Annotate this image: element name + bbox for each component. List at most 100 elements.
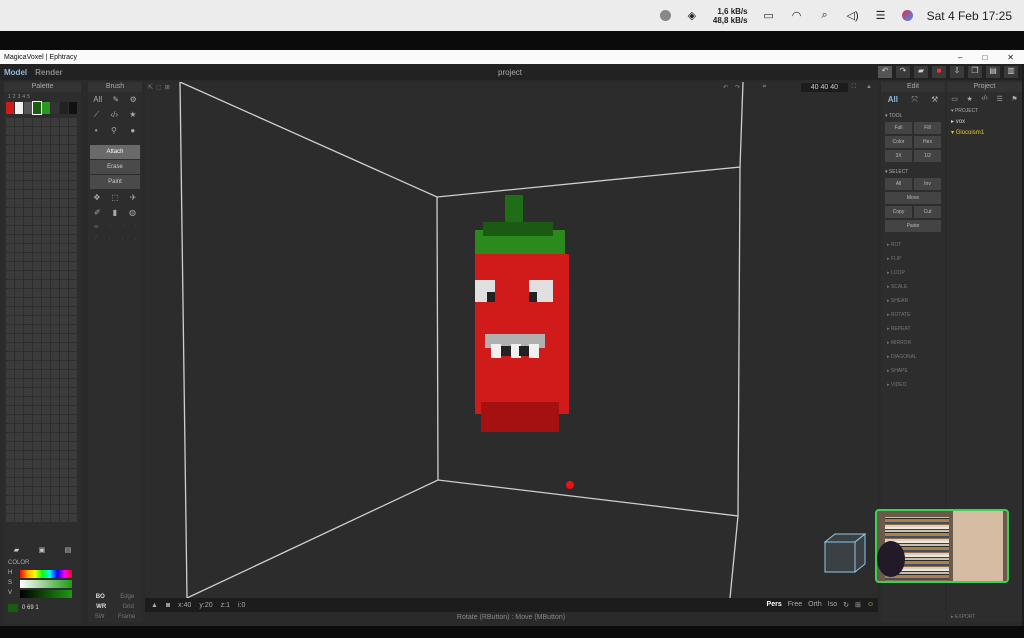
palette-cell[interactable] [6,370,14,378]
palette-cell[interactable] [42,154,50,162]
palette-cell[interactable] [6,424,14,432]
color-value[interactable]: 0 69 1 [22,605,39,611]
palette-cell[interactable] [33,496,41,504]
palette-cell[interactable] [69,325,77,333]
view-free[interactable]: Free [788,601,802,609]
color-button[interactable]: Color [885,136,912,148]
palette-grid[interactable] [6,118,77,528]
palette-cell[interactable] [60,136,68,144]
palette-cell[interactable] [69,127,77,135]
axis-icon[interactable]: ⟋ [94,236,98,243]
palette-cell[interactable] [42,406,50,414]
palette-cell[interactable] [69,406,77,414]
palette-cell[interactable] [24,424,32,432]
edit-all[interactable]: All [888,95,898,105]
color-swatch[interactable] [51,102,59,114]
palette-cell[interactable] [51,514,59,522]
palette-cell[interactable] [24,244,32,252]
palette-cell[interactable] [6,334,14,342]
palette-cell[interactable] [24,226,32,234]
palette-cell[interactable] [42,136,50,144]
palette-cell[interactable] [6,217,14,225]
paste-icon[interactable]: ▤ [986,66,1000,78]
palette-cell[interactable] [6,145,14,153]
star-icon[interactable]: ★ [129,110,136,120]
palette-cell[interactable] [15,235,23,243]
code-icon[interactable]: ‹/› [981,95,988,103]
palette-cell[interactable] [51,154,59,162]
palette-cell[interactable] [51,433,59,441]
color-swatch[interactable] [6,102,14,114]
move-button[interactable]: Move [885,192,941,204]
dot-icon[interactable]: • [95,126,98,135]
palette-cell[interactable] [60,190,68,198]
palette-cell[interactable] [24,370,32,378]
palette-cell[interactable] [33,190,41,198]
palette-cell[interactable] [60,433,68,441]
palette-cell[interactable] [51,460,59,468]
palette-cell[interactable] [42,514,50,522]
palette-cell[interactable] [15,253,23,261]
palette-cell[interactable] [24,307,32,315]
palette-cell[interactable] [51,280,59,288]
palette-cell[interactable] [60,199,68,207]
palette-cell[interactable] [42,190,50,198]
bookmark-icon[interactable]: ⚑ [1011,95,1017,103]
export-icon[interactable]: ⇩ [950,66,964,78]
palette-cell[interactable] [6,478,14,486]
palette-cell[interactable] [42,172,50,180]
palette-cell[interactable] [24,415,32,423]
refresh-icon[interactable]: ↻ [843,601,849,609]
palette-cell[interactable] [60,217,68,225]
palette-cell[interactable] [33,271,41,279]
palette-cell[interactable] [42,217,50,225]
palette-cell[interactable] [42,424,50,432]
mirror-icon[interactable]: ◂▸ [93,223,99,230]
expand-icon[interactable]: ⤧ [911,95,917,105]
palette-cell[interactable] [69,505,77,513]
grid-toggle[interactable]: Grid [122,604,133,610]
datetime[interactable]: Sat 4 Feb 17:25 [927,9,1012,23]
settings-icon[interactable]: ⚙ [130,95,137,104]
palette-cell[interactable] [51,118,59,126]
edit-collapsed-section[interactable]: ▸ ROT [881,234,945,248]
palette-cell[interactable] [42,388,50,396]
palette-cell[interactable] [15,352,23,360]
palette-cell[interactable] [60,208,68,216]
palette-cell[interactable] [42,343,50,351]
palette-cell[interactable] [60,253,68,261]
palette-cell[interactable] [24,343,32,351]
color-swatch[interactable] [60,102,68,114]
palette-cell[interactable] [69,208,77,216]
palette-cell[interactable] [24,271,32,279]
palette-cell[interactable] [6,343,14,351]
bo-toggle[interactable]: BO [96,594,105,600]
full-button[interactable]: Full [885,122,912,134]
palette-cell[interactable] [24,145,32,153]
palette-cell[interactable] [15,190,23,198]
palette-cell[interactable] [15,325,23,333]
palette-cell[interactable] [42,496,50,504]
palette-cell[interactable] [42,442,50,450]
palette-cell[interactable] [6,316,14,324]
paste-button[interactable]: Paste [885,220,941,232]
palette-cell[interactable] [51,289,59,297]
palette-cell[interactable] [51,424,59,432]
palette-cell[interactable] [69,433,77,441]
palette-cell[interactable] [24,235,32,243]
3d-viewport[interactable]: ⇱ ⬚ ⊞ ↶ ↷ ⌗ ⛶ ▲ 40 40 40 [145,82,878,598]
paint-button[interactable]: Paint [90,175,140,189]
palette-cell[interactable] [15,514,23,522]
export-section[interactable]: ▸ EXPORT [947,612,979,622]
palette-cell[interactable] [33,433,41,441]
palette-cell[interactable] [60,154,68,162]
palette-cell[interactable] [6,298,14,306]
palette-cell[interactable] [24,388,32,396]
save-palette-icon[interactable]: ▣ [39,546,46,556]
palette-cell[interactable] [69,190,77,198]
palette-cell[interactable] [33,244,41,252]
palette-cell[interactable] [6,487,14,495]
trash-icon[interactable]: ▮ [113,208,117,217]
palette-cell[interactable] [6,271,14,279]
layout-icon[interactable]: ⊞ [855,601,861,609]
